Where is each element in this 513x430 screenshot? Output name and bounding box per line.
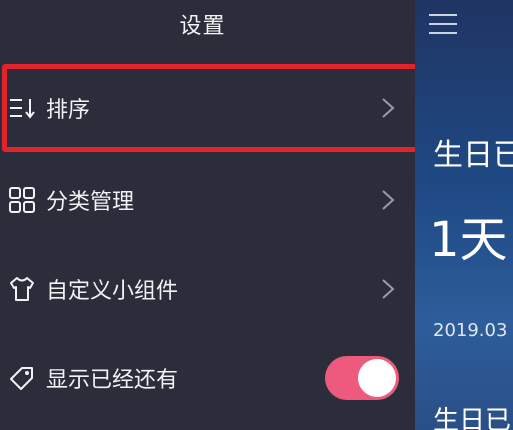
- event-days: 1天: [429, 212, 508, 268]
- drawer-title: 设置: [179, 14, 226, 39]
- sort-icon: [10, 99, 35, 119]
- settings-item-sort[interactable]: 排序: [0, 78, 415, 138]
- settings-drawer: 设置 排序 分类管理 自定义小组件 显示已经还有: [0, 0, 428, 430]
- tshirt-icon: [10, 277, 34, 301]
- chevron-right-icon: [382, 98, 395, 118]
- toggle-knob: [358, 359, 396, 397]
- chevron-right-icon: [382, 190, 395, 210]
- menu-icon[interactable]: [429, 12, 457, 36]
- settings-item-label: 显示已经还有: [46, 368, 179, 393]
- settings-item-label: 自定义小组件: [46, 279, 179, 304]
- settings-item-label: 排序: [46, 98, 91, 123]
- settings-item-label: 分类管理: [46, 190, 135, 215]
- grid-icon: [9, 187, 35, 213]
- settings-item-category-management[interactable]: 分类管理: [0, 170, 415, 230]
- tag-icon: [10, 367, 33, 390]
- show-remaining-toggle[interactable]: [325, 356, 399, 400]
- event-title: 生日已: [433, 138, 513, 173]
- next-event-title: 生日已: [433, 406, 512, 430]
- chevron-right-icon: [382, 279, 395, 299]
- event-date: 2019.03: [433, 320, 508, 341]
- main-content-peek: 生日已 1天 2019.03 生日已: [415, 0, 513, 430]
- settings-item-custom-widget[interactable]: 自定义小组件: [0, 259, 415, 319]
